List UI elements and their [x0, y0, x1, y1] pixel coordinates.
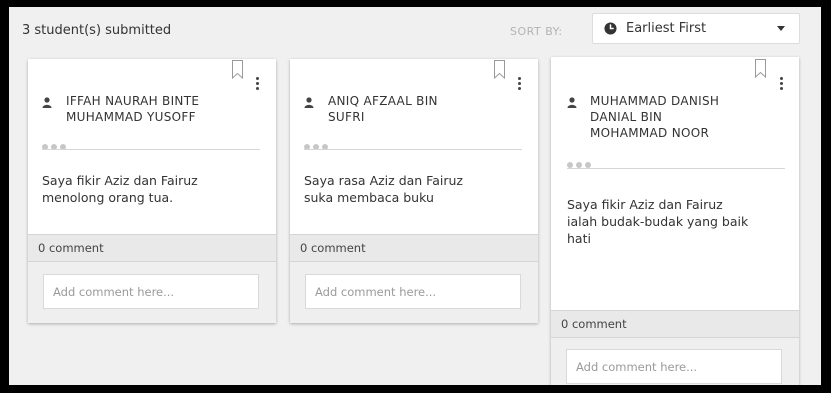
submission-card: MUHAMMAD DANISH DANIAL BIN MOHAMMAD NOOR…	[551, 57, 799, 385]
card-divider	[42, 149, 260, 150]
card-divider	[304, 149, 522, 150]
student-name: MUHAMMAD DANISH DANIAL BIN MOHAMMAD NOOR	[590, 94, 720, 140]
student-name: ANIQ AFZAAL BIN SUFRI	[328, 94, 438, 124]
comment-input[interactable]	[305, 274, 521, 309]
submission-text: Saya rasa Aziz dan Fairuz suka membaca b…	[304, 173, 463, 205]
submissions-header: 3 student(s) submitted SORT BY: Earliest…	[9, 7, 821, 55]
comment-count: 0 comment	[38, 241, 104, 255]
submission-text: Saya fikir Aziz dan Fairuz menolong oran…	[42, 173, 198, 205]
status-dots	[42, 135, 69, 150]
comment-area	[290, 262, 538, 323]
comment-count-bar[interactable]: 0 comment	[28, 234, 276, 262]
more-options-icon[interactable]	[780, 77, 784, 91]
submission-text: Saya fikir Aziz dan Fairuz ialah budak-b…	[567, 197, 749, 246]
comment-count: 0 comment	[561, 317, 627, 331]
sort-by-label: SORT BY:	[510, 25, 563, 38]
comment-input[interactable]	[566, 349, 782, 384]
submission-card: ANIQ AFZAAL BIN SUFRI Saya rasa Aziz dan…	[290, 59, 538, 323]
submissions-panel: 3 student(s) submitted SORT BY: Earliest…	[9, 7, 821, 385]
person-icon	[42, 97, 52, 108]
comment-count: 0 comment	[300, 241, 366, 255]
person-icon	[304, 97, 314, 108]
submission-card: IFFAH NAURAH BINTE MUHAMMAD YUSOFF Saya …	[28, 59, 276, 323]
bookmark-icon[interactable]	[232, 60, 243, 79]
status-dots	[567, 153, 594, 168]
chevron-down-icon	[777, 26, 785, 31]
sort-dropdown[interactable]: Earliest First	[592, 13, 800, 44]
comment-count-bar[interactable]: 0 comment	[551, 310, 799, 338]
sort-selected-value: Earliest First	[626, 21, 707, 36]
comment-area	[551, 338, 799, 385]
more-options-icon[interactable]	[256, 77, 260, 91]
status-dots	[304, 135, 331, 150]
comment-count-bar[interactable]: 0 comment	[290, 234, 538, 262]
clock-icon	[604, 22, 617, 35]
person-icon	[567, 97, 577, 108]
bookmark-icon[interactable]	[494, 60, 505, 79]
card-divider	[567, 168, 785, 169]
more-options-icon[interactable]	[518, 77, 522, 91]
comment-area	[28, 262, 276, 323]
student-name: IFFAH NAURAH BINTE MUHAMMAD YUSOFF	[66, 94, 200, 124]
submitted-count: 3 student(s) submitted	[22, 23, 172, 38]
comment-input[interactable]	[43, 274, 259, 309]
bookmark-icon[interactable]	[755, 59, 766, 78]
